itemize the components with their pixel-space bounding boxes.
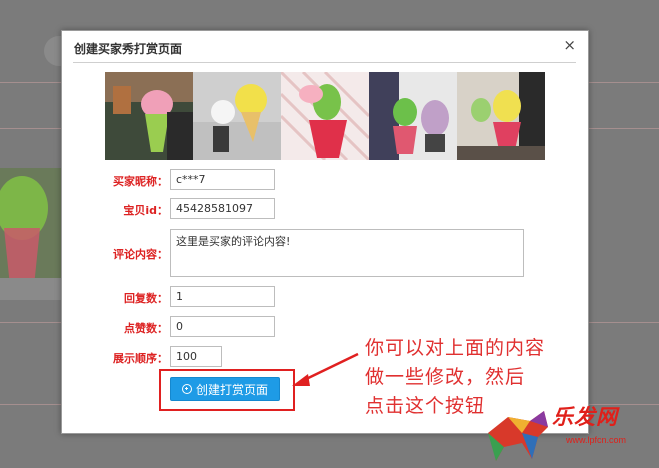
- watermark-url: www.lpfcn.com: [566, 435, 627, 445]
- replies-label: 回复数：: [124, 292, 168, 305]
- item-id-input[interactable]: 45428581097: [170, 198, 275, 219]
- annotation-line: 做一些修改，然后: [365, 366, 526, 388]
- background-thumbnail: [0, 168, 62, 300]
- likes-input[interactable]: 0: [170, 316, 275, 337]
- replies-input[interactable]: 1: [170, 286, 275, 307]
- item-id-label: 宝贝id：: [123, 204, 168, 217]
- buyer-photo[interactable]: [105, 72, 193, 160]
- buyer-photo[interactable]: [193, 72, 281, 160]
- comment-textarea[interactable]: 这里是买家的评论内容!: [170, 229, 524, 277]
- close-icon[interactable]: ×: [563, 36, 576, 54]
- buyer-photo-strip: [105, 72, 545, 160]
- buyer-photo[interactable]: [369, 72, 457, 160]
- order-input[interactable]: 100: [170, 346, 222, 367]
- buyer-photo[interactable]: [281, 72, 369, 160]
- site-watermark: 乐发网 www.lpfcn.com: [478, 393, 659, 468]
- dialog-title: 创建买家秀打赏页面: [74, 42, 183, 56]
- comment-label: 评论内容：: [113, 248, 168, 261]
- title-divider: [73, 62, 576, 63]
- create-page-button[interactable]: 创建打赏页面: [170, 377, 280, 401]
- watermark-brand: 乐发网: [552, 405, 618, 429]
- create-page-button-label: 创建打赏页面: [195, 382, 268, 397]
- bull-logo-icon: [488, 411, 548, 461]
- nickname-label: 买家昵称：: [113, 175, 168, 188]
- order-label: 展示顺序：: [113, 352, 168, 365]
- likes-label: 点赞数：: [124, 322, 168, 335]
- arrow-icon: [292, 352, 359, 386]
- annotation-line: 你可以对上面的内容: [365, 337, 546, 359]
- nickname-input[interactable]: c***7: [170, 169, 275, 190]
- plus-circle-icon: [181, 384, 192, 394]
- buyer-photo[interactable]: [457, 72, 545, 160]
